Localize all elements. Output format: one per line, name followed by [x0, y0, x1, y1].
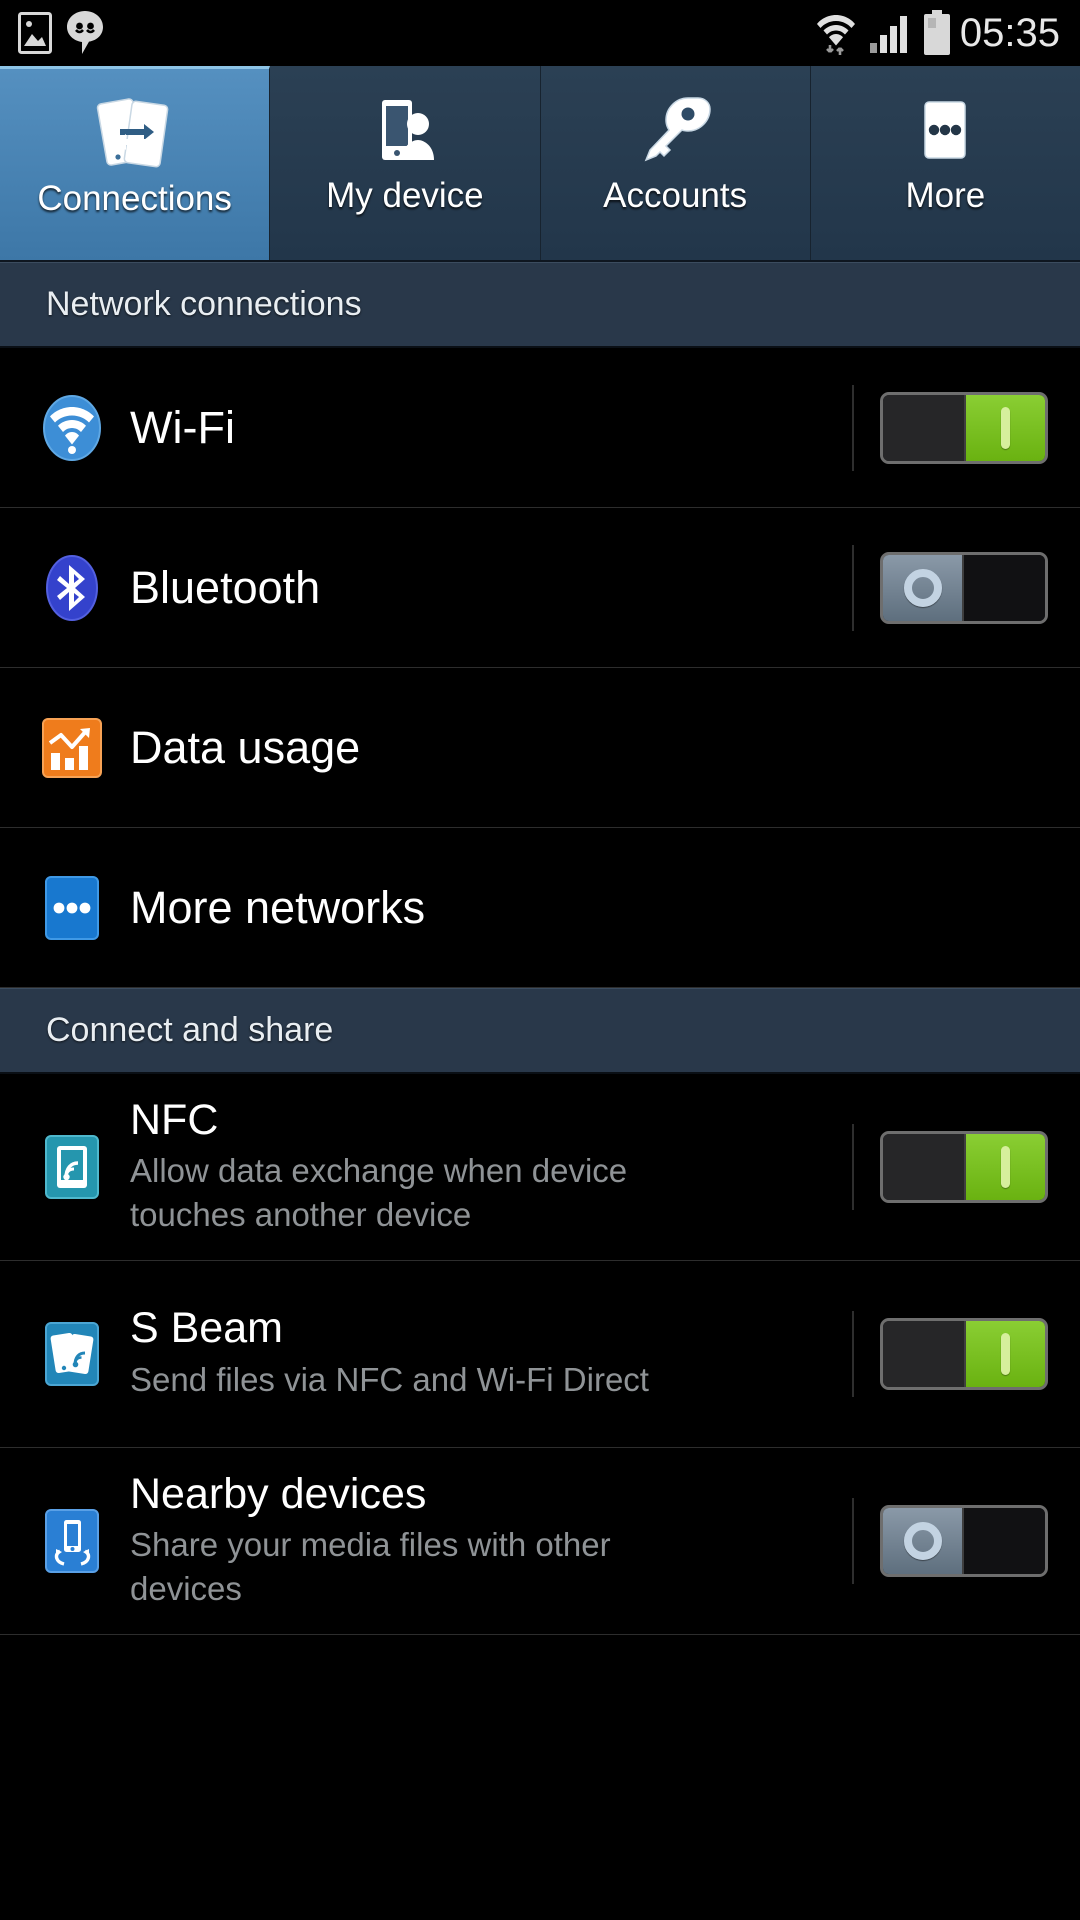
status-bar: 05:35	[0, 0, 1080, 66]
row-s-beam-right	[852, 1311, 1080, 1397]
row-nfc-subtitle: Allow data exchange when device touches …	[130, 1152, 628, 1233]
nfc-toggle[interactable]	[880, 1131, 1048, 1203]
status-bar-right-icons	[816, 9, 952, 57]
row-wifi-right	[852, 384, 1080, 471]
battery-icon	[922, 10, 952, 56]
row-divider-vertical	[852, 1498, 854, 1584]
tab-accounts[interactable]: Accounts	[540, 66, 811, 260]
gallery-image-icon	[18, 12, 52, 54]
row-s-beam-subtitle: Send files via NFC and Wi-Fi Direct	[130, 1361, 649, 1399]
row-nearby-devices-right	[852, 1498, 1080, 1584]
row-bluetooth[interactable]: Bluetooth	[0, 508, 1080, 668]
more-dots-icon	[906, 88, 984, 174]
row-divider-vertical	[852, 1124, 854, 1210]
my-device-icon	[366, 88, 444, 174]
accounts-key-icon	[636, 88, 714, 174]
row-s-beam[interactable]: S Beam Send files via NFC and Wi-Fi Dire…	[0, 1261, 1080, 1448]
s-beam-toggle[interactable]	[880, 1318, 1048, 1390]
nfc-icon	[38, 1133, 106, 1201]
s-beam-icon	[38, 1320, 106, 1388]
nearby-devices-toggle[interactable]	[880, 1505, 1048, 1577]
nearby-devices-icon	[38, 1507, 106, 1575]
cellular-signal-icon	[868, 11, 910, 55]
row-nfc-title: NFC	[130, 1095, 219, 1144]
section-title: Network connections	[46, 284, 362, 323]
row-nearby-devices-subtitle: Share your media files with other device…	[130, 1526, 611, 1607]
status-bar-left-icons	[18, 10, 104, 56]
hangouts-message-icon	[66, 10, 104, 56]
status-bar-clock: 05:35	[959, 10, 1060, 55]
more-networks-icon	[38, 874, 106, 942]
tab-more-label: More	[905, 176, 986, 215]
row-divider-vertical	[852, 384, 854, 471]
row-s-beam-title: S Beam	[130, 1304, 283, 1353]
bluetooth-icon	[38, 554, 106, 622]
row-more-networks-title: More networks	[130, 881, 426, 933]
row-wifi-text: Wi-Fi	[130, 401, 852, 453]
wifi-signal-icon	[816, 9, 856, 57]
row-s-beam-text: S Beam Send files via NFC and Wi-Fi Dire…	[130, 1306, 852, 1401]
row-bluetooth-title: Bluetooth	[130, 561, 321, 613]
row-data-usage[interactable]: Data usage	[0, 668, 1080, 828]
row-nfc-text: NFC Allow data exchange when device touc…	[130, 1095, 852, 1237]
row-wifi-title: Wi-Fi	[130, 401, 235, 453]
settings-screen: 05:35 Connections My device Accounts Mor…	[0, 0, 1080, 1920]
section-title: Connect and share	[46, 1010, 334, 1049]
row-nearby-devices-text: Nearby devices Share your media files wi…	[130, 1469, 852, 1611]
row-divider-vertical	[852, 544, 854, 631]
tab-more[interactable]: More	[810, 66, 1080, 260]
row-nfc-right	[852, 1124, 1080, 1210]
row-divider-vertical	[852, 1311, 854, 1397]
wifi-icon	[38, 394, 106, 462]
row-nearby-devices-title: Nearby devices	[130, 1469, 427, 1518]
row-more-networks-text: More networks	[130, 881, 1080, 933]
section-header-connect-and-share: Connect and share	[0, 988, 1080, 1074]
row-bluetooth-right	[852, 544, 1080, 631]
row-nfc[interactable]: NFC Allow data exchange when device touc…	[0, 1074, 1080, 1261]
row-data-usage-title: Data usage	[130, 721, 361, 773]
row-wifi[interactable]: Wi-Fi	[0, 348, 1080, 508]
connections-icon	[96, 91, 174, 177]
bluetooth-toggle[interactable]	[880, 551, 1048, 624]
row-nearby-devices[interactable]: Nearby devices Share your media files wi…	[0, 1448, 1080, 1635]
section-header-network-connections: Network connections	[0, 262, 1080, 348]
data-usage-icon	[38, 714, 106, 782]
wifi-toggle[interactable]	[880, 391, 1048, 464]
row-bluetooth-text: Bluetooth	[130, 561, 852, 613]
tab-my-device[interactable]: My device	[270, 66, 541, 260]
tab-my-device-label: My device	[326, 176, 484, 215]
tab-connections[interactable]: Connections	[0, 66, 271, 260]
row-more-networks[interactable]: More networks	[0, 828, 1080, 988]
settings-tab-bar: Connections My device Accounts More	[0, 66, 1080, 262]
row-data-usage-text: Data usage	[130, 721, 1080, 773]
tab-connections-label: Connections	[37, 179, 232, 218]
tab-accounts-label: Accounts	[603, 176, 748, 215]
